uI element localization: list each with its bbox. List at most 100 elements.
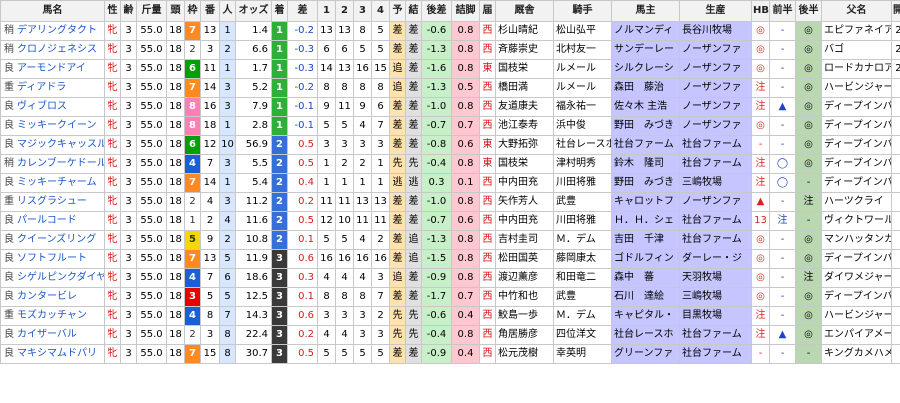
horse-name-link[interactable]: クイーンズリング: [17, 234, 96, 245]
sire-cell[interactable]: ディープインパクト: [821, 173, 892, 193]
owner-cell[interactable]: 鈴木 隆司: [611, 154, 680, 174]
jockey-cell[interactable]: ルメール: [553, 78, 612, 98]
sire-cell[interactable]: ハーツクライ: [821, 192, 892, 212]
trainer-cell[interactable]: 中内田充: [495, 211, 554, 231]
horse-name-cell[interactable]: 稍デアリングタクト: [0, 21, 105, 41]
breeder-cell[interactable]: 社台ファーム: [679, 230, 752, 250]
table-row[interactable]: 良ヴィブロス牝 3 55.0 18 8 16 3 7.9 1 -0.1 9 11 9 6 差差 -1.0 0.8…: [0, 97, 900, 117]
column-header[interactable]: 厩舎: [495, 0, 554, 22]
trainer-cell[interactable]: 友道康夫: [495, 97, 554, 117]
jockey-cell[interactable]: 武豊: [553, 192, 612, 212]
trainer-cell[interactable]: 池江泰寿: [495, 116, 554, 136]
table-row[interactable]: 良ソフトフルート牝 3 55.0 18 7 13 5 11.9 3 0.6 16 16 16 16 差追 -1…: [0, 249, 900, 269]
column-header[interactable]: 枠: [184, 0, 201, 22]
horse-name-cell[interactable]: 良ミッキーチャーム: [0, 173, 105, 193]
sire-cell[interactable]: マンハッタンカフェ: [821, 230, 892, 250]
trainer-cell[interactable]: 斉藤崇史: [495, 40, 554, 60]
table-row[interactable]: 良カイザーバル牝 3 55.0 18 2 3 8 22.4 3 0.2 4 4 3 3 先先 -0.4 0.8 西…: [0, 325, 900, 345]
column-header[interactable]: 斤量: [136, 0, 167, 22]
trainer-cell[interactable]: 橋田満: [495, 78, 554, 98]
jockey-cell[interactable]: 川田将雅: [553, 211, 612, 231]
breeder-cell[interactable]: 社台ファーム: [679, 325, 752, 345]
owner-cell[interactable]: キャロットフ: [611, 192, 680, 212]
jockey-cell[interactable]: Ｍ．デム: [553, 306, 612, 326]
sire-cell[interactable]: ディープインパクト: [821, 97, 892, 117]
breeder-cell[interactable]: 社台ファーム: [679, 211, 752, 231]
table-row[interactable]: 重モズカッチャン牝 3 55.0 18 4 8 7 14.3 3 0.6 3 3 3 2 先先 -0.6 0.4…: [0, 306, 900, 326]
horse-name-cell[interactable]: 良カンタービレ: [0, 287, 105, 307]
owner-cell[interactable]: 森田 藤治: [611, 78, 680, 98]
breeder-cell[interactable]: 社台ファーム: [679, 154, 752, 174]
table-row[interactable]: 良パールコード牝 3 55.0 18 1 2 4 11.6 2 0.5 12 10 11 11 差差 -0.7…: [0, 211, 900, 231]
horse-name-link[interactable]: ミッキーチャーム: [17, 177, 97, 188]
breeder-cell[interactable]: 社台ファーム: [679, 344, 752, 364]
horse-name-link[interactable]: クロノジェネシス: [17, 44, 97, 55]
table-row[interactable]: 重ディアドラ牝 3 55.0 18 7 14 3 5.2 1 -0.2 8 8 8 8 追差 -1.3 0.5 西…: [0, 78, 900, 98]
jockey-cell[interactable]: 幸英明: [553, 344, 612, 364]
breeder-cell[interactable]: 三嶋牧場: [679, 287, 752, 307]
table-row[interactable]: 稍デアリングタクト牝 3 55.0 18 7 13 1 1.4 1 -0.2 13 13 8 5 差差 -0.…: [0, 21, 900, 41]
sire-cell[interactable]: ハービンジャー: [821, 78, 892, 98]
trainer-cell[interactable]: 渡辺薫彦: [495, 268, 554, 288]
column-header[interactable]: 開隔: [891, 0, 900, 22]
table-row[interactable]: 良ミッキーチャーム牝 3 55.0 18 7 14 1 5.4 2 0.4 1 1 1 1 逃逃 0.3 0.1…: [0, 173, 900, 193]
column-header[interactable]: 性: [104, 0, 121, 22]
jockey-cell[interactable]: 藤岡康太: [553, 249, 612, 269]
breeder-cell[interactable]: 目黒牧場: [679, 306, 752, 326]
horse-name-link[interactable]: パールコード: [17, 215, 77, 226]
horse-name-cell[interactable]: 良ヴィブロス: [0, 97, 105, 117]
trainer-cell[interactable]: 中内田充: [495, 173, 554, 193]
owner-cell[interactable]: サンデーレー: [611, 40, 680, 60]
horse-name-cell[interactable]: 良マキシマムドパリ: [0, 344, 105, 364]
breeder-cell[interactable]: ノーザンファ: [679, 78, 752, 98]
column-header[interactable]: 番: [200, 0, 220, 22]
sire-cell[interactable]: ハービンジャー: [821, 306, 892, 326]
owner-cell[interactable]: ゴドルフィン: [611, 249, 680, 269]
horse-name-link[interactable]: カンタービレ: [17, 291, 77, 302]
horse-name-link[interactable]: ディアドラ: [17, 82, 66, 93]
column-header[interactable]: 人: [219, 0, 236, 22]
horse-name-cell[interactable]: 重ディアドラ: [0, 78, 105, 98]
trainer-cell[interactable]: 吉村圭司: [495, 230, 554, 250]
sire-cell[interactable]: ディープインパクト: [821, 249, 892, 269]
jockey-cell[interactable]: ルメール: [553, 59, 612, 79]
owner-cell[interactable]: ノルマンディ: [611, 21, 680, 41]
table-row[interactable]: 稍カレンブーケドール牝 3 55.0 18 4 7 3 5.5 2 0.5 1 2 2 1 先先 -0.4 0.…: [0, 154, 900, 174]
sire-cell[interactable]: ダイワメジャー: [821, 268, 892, 288]
horse-name-link[interactable]: カレンブーケドール: [17, 158, 104, 169]
owner-cell[interactable]: 石川 達絵: [611, 287, 680, 307]
jockey-cell[interactable]: Ｍ．デム: [553, 230, 612, 250]
table-row[interactable]: 良マジックキャッスル牝 3 55.0 18 6 12 10 56.9 2 0.5 3 3 3 3 差差 -0.…: [0, 135, 900, 155]
trainer-cell[interactable]: 杉山晴紀: [495, 21, 554, 41]
horse-name-link[interactable]: ヴィブロス: [17, 101, 67, 112]
column-header[interactable]: 予: [389, 0, 406, 22]
horse-name-link[interactable]: モズカッチャン: [17, 310, 87, 321]
horse-name-link[interactable]: シゲルピンクダイヤ: [17, 272, 104, 283]
sire-cell[interactable]: キングカメハメハ: [821, 344, 892, 364]
jockey-cell[interactable]: 川田将雅: [553, 173, 612, 193]
jockey-cell[interactable]: 津村明秀: [553, 154, 612, 174]
sire-cell[interactable]: エンパイアメーカー: [821, 325, 892, 345]
breeder-cell[interactable]: ノーザンファ: [679, 116, 752, 136]
owner-cell[interactable]: 野田 みづき: [611, 116, 680, 136]
trainer-cell[interactable]: 国枝栄: [495, 154, 554, 174]
horse-name-link[interactable]: マキシマムドパリ: [17, 348, 97, 359]
horse-name-link[interactable]: ソフトフルート: [17, 253, 87, 264]
jockey-cell[interactable]: 松山弘平: [553, 21, 612, 41]
column-header[interactable]: 1: [317, 0, 336, 22]
column-header[interactable]: 前半: [769, 0, 796, 22]
horse-name-cell[interactable]: 良ミッキークイーン: [0, 116, 105, 136]
table-row[interactable]: 良ミッキークイーン牝 3 55.0 18 8 18 1 2.8 1 -0.1 5 5 4 7 差差 -0.7 0…: [0, 116, 900, 136]
table-row[interactable]: 重リスグラシュー牝 3 55.0 18 2 4 3 11.2 2 0.2 11 11 13 13 差差 -1.…: [0, 192, 900, 212]
column-header[interactable]: 4: [371, 0, 390, 22]
owner-cell[interactable]: グリーンファ: [611, 344, 680, 364]
column-header[interactable]: 詰脚: [451, 0, 480, 22]
table-row[interactable]: 良シゲルピンクダイヤ牝 3 55.0 18 4 7 6 18.6 3 0.3 4 4 4 3 追差 -0.9 0…: [0, 268, 900, 288]
jockey-cell[interactable]: 武豊: [553, 287, 612, 307]
horse-name-link[interactable]: カイザーバル: [17, 329, 77, 340]
column-header[interactable]: 着: [271, 0, 288, 22]
column-header[interactable]: 馬名: [0, 0, 105, 22]
column-header[interactable]: 結: [405, 0, 422, 22]
horse-name-link[interactable]: アーモンドアイ: [17, 63, 86, 74]
horse-name-cell[interactable]: 重リスグラシュー: [0, 192, 105, 212]
